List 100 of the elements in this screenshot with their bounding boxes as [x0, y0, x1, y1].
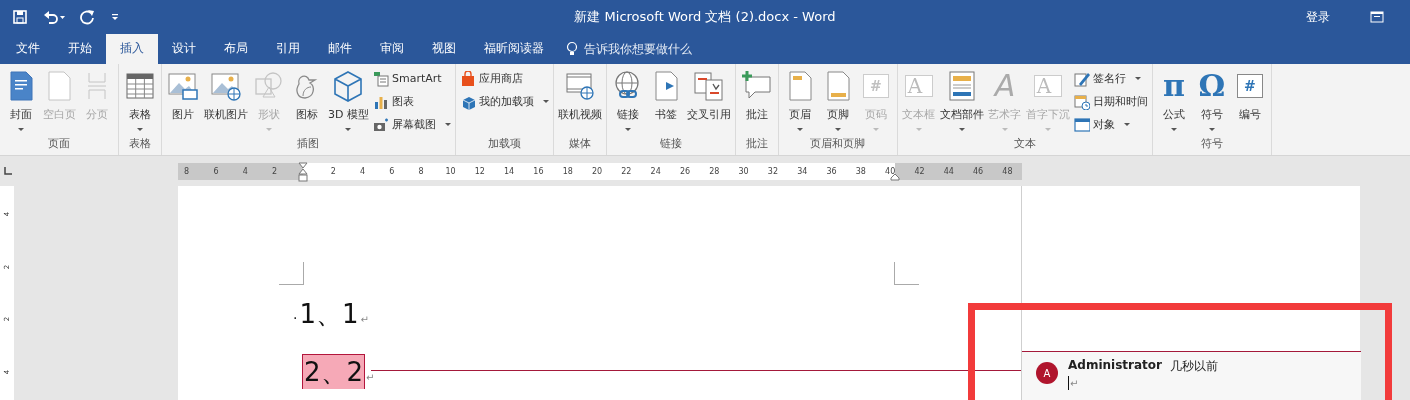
camera-icon [372, 116, 389, 133]
ribbon-button[interactable]: 联机视频 [555, 69, 604, 122]
ruler-number: 44 [943, 166, 954, 176]
commented-text: 2、2 [302, 354, 366, 389]
caret-icon [1044, 128, 1051, 131]
caret-icon [915, 128, 922, 131]
sign-in-link[interactable]: 登录 [1306, 8, 1330, 26]
ribbon-button[interactable]: 页脚 [818, 69, 857, 131]
ribbon-tab[interactable]: 文件 [2, 34, 54, 64]
ribbon-tab[interactable]: 引用 [262, 34, 314, 64]
video-icon [563, 70, 596, 102]
group-label: 链接 [658, 136, 683, 152]
paragraph-mark: ↵ [366, 371, 375, 385]
ribbon-button[interactable]: 表格 [121, 69, 159, 131]
caret-icon [266, 128, 272, 131]
ruler-number: 36 [826, 166, 837, 176]
ruler-number: 42 [914, 166, 925, 176]
ribbon-button[interactable]: # 编号 [1230, 69, 1269, 122]
tell-me-field[interactable]: 告诉我你想要做什么 [582, 41, 726, 57]
ribbon-button[interactable]: 签名行 [1073, 69, 1148, 88]
online-picture-icon [210, 70, 242, 102]
group-label: 页眉和页脚 [809, 136, 867, 152]
ribbon-button[interactable]: 我的加载项 [459, 92, 549, 111]
ribbon-button[interactable]: π 公式 [1154, 69, 1193, 131]
cube-icon [332, 70, 365, 102]
ribbon-tab[interactable]: 邮件 [314, 34, 366, 64]
ribbon-button[interactable]: Ω 符号 [1192, 69, 1231, 131]
ribbon-button[interactable]: 交叉引用 [684, 69, 733, 122]
restore-icon [1370, 11, 1384, 23]
ribbon-tab[interactable]: 布局 [210, 34, 262, 64]
avatar-initial: A [1036, 362, 1058, 384]
group-label: 文本 [1012, 136, 1037, 152]
wordart-icon: A [994, 71, 1016, 101]
ribbon-button[interactable]: 图表 [372, 92, 451, 111]
tab-selector-icon [3, 166, 13, 176]
indent-marker-icon [890, 172, 900, 181]
caret-icon [1208, 128, 1215, 131]
paragraph-mark: ↵ [1070, 377, 1079, 389]
pi-icon: π [1163, 71, 1185, 101]
ruler-number: 46 [973, 166, 984, 176]
ruler-number: 20 [591, 166, 603, 176]
ruler-number: 28 [709, 166, 720, 176]
ribbon-tab[interactable]: 设计 [158, 34, 210, 64]
window-object-icon [1073, 116, 1090, 133]
ribbon-button[interactable]: 文档部件 [937, 69, 986, 131]
comment-time: 几秒以前 [1169, 358, 1218, 375]
caret-icon [18, 128, 24, 131]
picture-icon [167, 70, 199, 102]
ruler-number: 34 [797, 166, 808, 176]
omega-icon: Ω [1198, 71, 1226, 101]
ruler-number: 18 [562, 166, 573, 176]
ribbon-button[interactable]: SmartArt [372, 69, 451, 88]
paragraph-mark: ↵ [360, 313, 369, 327]
caret-icon [834, 128, 841, 131]
ruler-number: 32 [767, 166, 778, 176]
ruler-number: 26 [679, 166, 691, 176]
ribbon-button[interactable]: 3D 模型 [326, 69, 371, 131]
ribbon-button[interactable]: 页眉 [780, 69, 819, 131]
ribbon-button[interactable]: 书签 [646, 69, 685, 122]
ruler-number: 4 [242, 166, 248, 176]
ribbon-button[interactable]: 批注 [737, 69, 776, 122]
redo-icon [80, 9, 96, 25]
ruler-number: 22 [621, 166, 632, 176]
ruler-number: 14 [504, 166, 515, 176]
group-label: 符号 [1199, 136, 1224, 152]
caret-icon [1134, 77, 1141, 80]
ribbon-button[interactable]: 链接 [608, 69, 647, 131]
ribbon-button[interactable]: 屏幕截图 [372, 115, 451, 134]
paragraph-text: 1、1 [298, 298, 360, 331]
ruler-number: 2 [330, 166, 336, 176]
ruler-number: 6 [213, 166, 219, 176]
ribbon-tab[interactable]: 视图 [418, 34, 470, 64]
caret-icon [1001, 128, 1008, 131]
ribbon-button[interactable]: 日期和时间 [1073, 92, 1148, 111]
ribbon-button[interactable]: 联机图片 [202, 69, 250, 122]
lightbulb-icon [566, 41, 578, 57]
ribbon-button[interactable]: 应用商店 [459, 69, 549, 88]
ribbon-button[interactable]: 封面 [2, 69, 40, 131]
ribbon-button[interactable]: 图标 [288, 69, 326, 122]
caret-icon [796, 128, 803, 131]
page-number-icon: # [863, 74, 889, 98]
ruler-number: 24 [650, 166, 661, 176]
ruler-number: 10 [445, 166, 456, 176]
ribbon-tab[interactable]: 开始 [54, 34, 106, 64]
ribbon-button[interactable]: 对象 [1073, 115, 1148, 134]
undo-icon [42, 9, 66, 25]
margin-corner-mark [279, 262, 304, 285]
save-icon [12, 9, 28, 25]
group-label: 插图 [296, 136, 321, 152]
margin-corner-mark [894, 262, 919, 285]
caret-icon [1170, 128, 1177, 131]
caret-icon [624, 128, 631, 131]
ribbon-tab[interactable]: 审阅 [366, 34, 418, 64]
ribbon-tab[interactable]: 插入 [106, 34, 158, 64]
ruler-number: 40 [885, 166, 896, 176]
caret-icon [1123, 123, 1130, 126]
caret-icon [137, 128, 143, 131]
ribbon-tab[interactable]: 福昕阅读器 [470, 34, 558, 64]
ribbon-button[interactable]: 图片 [164, 69, 202, 122]
window-title: 新建 Microsoft Word 文档 (2).docx - Word [574, 8, 836, 26]
